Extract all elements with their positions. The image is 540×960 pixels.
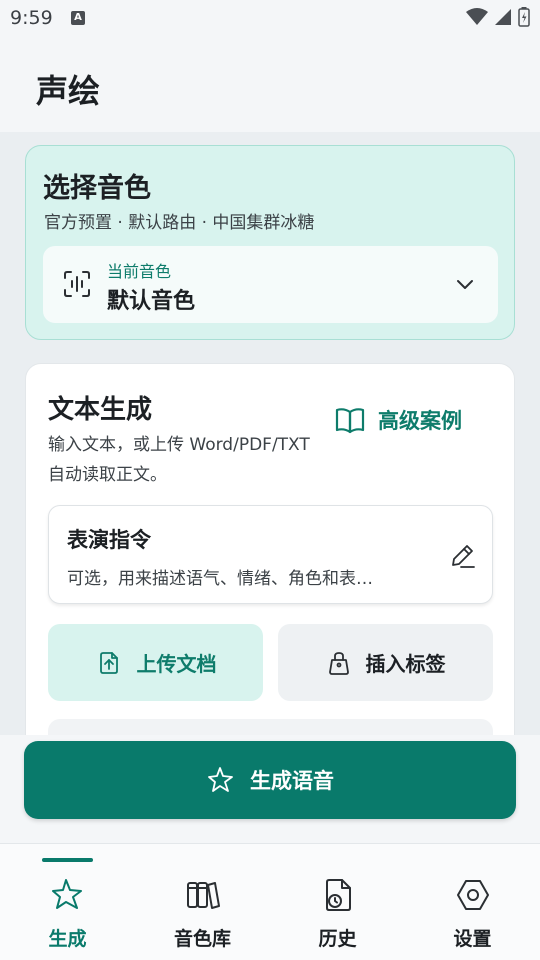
advanced-examples-label: 高级案例 [378, 409, 462, 433]
library-icon [186, 882, 220, 909]
generate-speech-button[interactable]: 生成语音 [24, 741, 516, 819]
status-bar: 9:59 A [0, 0, 540, 36]
history-icon [325, 879, 351, 911]
nav-item-history[interactable]: 历史 [270, 844, 405, 960]
status-time: 9:59 [10, 7, 53, 29]
page-title: 声绘 [36, 72, 101, 110]
notification-a-icon: A [71, 11, 85, 25]
cellular-signal-icon [495, 9, 511, 25]
nav-label-settings: 设置 [453, 928, 492, 950]
text-card-title: 文本生成 [48, 395, 153, 425]
wifi-icon [466, 8, 488, 25]
nav-item-generate[interactable]: 生成 [0, 844, 135, 960]
nav-item-settings[interactable]: 设置 [405, 844, 540, 960]
performance-instruction-field[interactable]: 表演指令 可选，用来描述语气、情绪、角色和表… [48, 505, 493, 604]
bottom-navigation: 生成 音色库 历史 设置 [0, 843, 540, 960]
advanced-examples-link[interactable]: 高级案例 [334, 404, 462, 436]
settings-icon [456, 880, 489, 910]
performance-hint: 可选，用来描述语气、情绪、角色和表… [67, 569, 373, 589]
current-voice-label: 当前音色 [107, 262, 172, 281]
upload-file-icon [99, 651, 118, 674]
insert-tag-label: 插入标签 [365, 652, 446, 676]
current-voice-selector[interactable]: 当前音色 默认音色 [43, 246, 498, 323]
sparkle-icon [208, 767, 233, 792]
current-voice-value: 默认音色 [107, 289, 196, 314]
sparkle-icon [51, 879, 82, 909]
app-screen: 9:59 A 声绘 选择音色 官方预置 · 默认路由 · 中国集群冰糖 当前音色… [0, 0, 540, 960]
upload-document-label: 上传文档 [136, 652, 217, 676]
main-content[interactable]: 选择音色 官方预置 · 默认路由 · 中国集群冰糖 当前音色 默认音色 文本生成… [0, 132, 540, 735]
nav-item-voice-library[interactable]: 音色库 [135, 844, 270, 960]
nav-label-history: 历史 [318, 928, 357, 950]
app-header: 声绘 [0, 36, 540, 132]
battery-icon [518, 7, 530, 27]
voice-card-subtitle: 官方预置 · 默认路由 · 中国集群冰糖 [44, 213, 315, 233]
nav-label-generate: 生成 [48, 928, 87, 950]
voice-wave-icon [64, 271, 90, 297]
tag-icon [328, 651, 349, 675]
upload-document-button[interactable]: 上传文档 [48, 624, 263, 701]
performance-title: 表演指令 [67, 528, 151, 552]
insert-tag-button[interactable]: 插入标签 [278, 624, 493, 701]
voice-selection-card: 选择音色 官方预置 · 默认路由 · 中国集群冰糖 当前音色 默认音色 [25, 145, 515, 340]
text-generation-card: 文本生成 输入文本，或上传 Word/PDF/TXT 自动读取正文。 高级案例 … [25, 363, 515, 735]
nav-active-indicator [42, 858, 93, 862]
text-card-description: 输入文本，或上传 Word/PDF/TXT 自动读取正文。 [48, 435, 310, 485]
edit-pencil-icon[interactable] [448, 542, 476, 570]
status-indicators [466, 7, 530, 27]
chevron-down-icon[interactable] [454, 273, 476, 295]
voice-card-title: 选择音色 [43, 173, 151, 204]
nav-label-voice-library: 音色库 [173, 928, 231, 950]
generate-speech-label: 生成语音 [250, 769, 334, 793]
text-input-area[interactable] [48, 719, 493, 735]
book-open-icon [335, 408, 365, 434]
